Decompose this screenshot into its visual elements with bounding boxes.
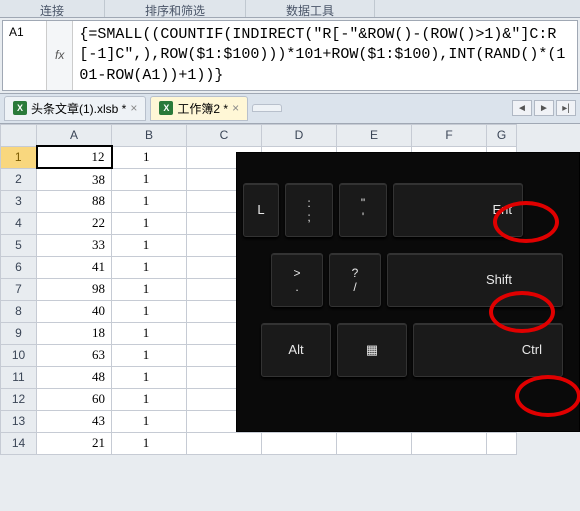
new-tab-button[interactable] (252, 104, 282, 112)
fx-icon: fx (55, 48, 64, 62)
row-header[interactable]: 2 (1, 168, 37, 190)
row-header[interactable]: 14 (1, 432, 37, 454)
workbook-tabs: X 头条文章(1).xlsb * × X 工作簿2 * × ◄ ► ▸| (0, 93, 580, 124)
key-alt: Alt (261, 323, 331, 377)
key-menu: ▦ (337, 323, 407, 377)
cell[interactable]: 1 (112, 190, 187, 212)
close-icon[interactable]: × (232, 101, 239, 115)
cell[interactable]: 1 (112, 234, 187, 256)
cell[interactable]: 1 (112, 212, 187, 234)
ribbon-groups: 连接 排序和筛选 数据工具 (0, 0, 580, 18)
row-header[interactable]: 5 (1, 234, 37, 256)
row-header[interactable]: 7 (1, 278, 37, 300)
cell[interactable] (412, 432, 487, 454)
close-icon[interactable]: × (130, 101, 137, 115)
row-header[interactable]: 9 (1, 322, 37, 344)
row-header[interactable]: 3 (1, 190, 37, 212)
name-box[interactable]: A1 (3, 21, 47, 90)
cell[interactable]: 60 (37, 388, 112, 410)
cell[interactable]: 1 (112, 300, 187, 322)
highlight-circle-enter (493, 201, 559, 243)
tab-prev-button[interactable]: ◄ (512, 100, 532, 116)
row-header[interactable]: 10 (1, 344, 37, 366)
col-header-B[interactable]: B (112, 124, 187, 146)
cell[interactable] (487, 432, 517, 454)
col-header-C[interactable]: C (187, 124, 262, 146)
ribbon-group-connections: 连接 (0, 0, 105, 17)
col-header-F[interactable]: F (412, 124, 487, 146)
formula-bar: A1 fx {=SMALL((COUNTIF(INDIRECT("R[-"&RO… (2, 20, 578, 91)
cell[interactable]: 98 (37, 278, 112, 300)
key-quote: "' (339, 183, 387, 237)
select-all-corner[interactable] (1, 124, 37, 146)
excel-icon: X (13, 101, 27, 115)
cell[interactable]: 41 (37, 256, 112, 278)
col-header-E[interactable]: E (337, 124, 412, 146)
highlight-circle-ctrl (515, 375, 580, 417)
row-header[interactable]: 4 (1, 212, 37, 234)
tab-label: 工作簿2 * (177, 100, 228, 117)
cell[interactable]: 40 (37, 300, 112, 322)
cell[interactable]: 1 (112, 168, 187, 190)
col-header-G[interactable]: G (487, 124, 517, 146)
row-header[interactable]: 1 (1, 146, 37, 168)
col-header-A[interactable]: A (37, 124, 112, 146)
cell[interactable]: 38 (37, 168, 112, 190)
cell[interactable]: 1 (112, 410, 187, 432)
cell[interactable]: 18 (37, 322, 112, 344)
cell[interactable]: 1 (112, 388, 187, 410)
cell[interactable]: 1 (112, 256, 187, 278)
cell[interactable]: 1 (112, 278, 187, 300)
cell[interactable] (337, 432, 412, 454)
ribbon-group-sort: 排序和筛选 (105, 0, 246, 17)
row-header[interactable]: 11 (1, 366, 37, 388)
row-header[interactable]: 8 (1, 300, 37, 322)
cell[interactable]: 1 (112, 322, 187, 344)
row-header[interactable]: 13 (1, 410, 37, 432)
row-header[interactable]: 6 (1, 256, 37, 278)
spreadsheet: A B C D E F G 11212381388142215331641179… (0, 124, 580, 455)
cell[interactable]: 43 (37, 410, 112, 432)
cell[interactable] (262, 432, 337, 454)
key-slash: ?/ (329, 253, 381, 307)
cell[interactable] (187, 432, 262, 454)
key-ctrl: Ctrl (413, 323, 563, 377)
ribbon-group-data-tools: 数据工具 (246, 0, 375, 17)
keyboard-image: L :; "' Ent >. ?/ Shift Alt ▦ Ctrl (236, 152, 580, 432)
cell[interactable]: 21 (37, 432, 112, 454)
cell[interactable]: 22 (37, 212, 112, 234)
col-header-D[interactable]: D (262, 124, 337, 146)
workbook-tab-1[interactable]: X 头条文章(1).xlsb * × (4, 96, 146, 121)
cell[interactable]: 63 (37, 344, 112, 366)
cell[interactable]: 33 (37, 234, 112, 256)
formula-input[interactable]: {=SMALL((COUNTIF(INDIRECT("R[-"&ROW()-(R… (73, 21, 577, 90)
excel-icon: X (159, 101, 173, 115)
cell[interactable]: 88 (37, 190, 112, 212)
cell[interactable]: 1 (112, 146, 187, 168)
workbook-tab-2[interactable]: X 工作簿2 * × (150, 96, 248, 121)
key-L: L (243, 183, 279, 237)
cell[interactable]: 12 (37, 146, 112, 168)
row-header[interactable]: 12 (1, 388, 37, 410)
cell[interactable]: 48 (37, 366, 112, 388)
key-period: >. (271, 253, 323, 307)
cell[interactable]: 1 (112, 432, 187, 454)
tab-next-button[interactable]: ► (534, 100, 554, 116)
fx-button[interactable]: fx (47, 21, 73, 90)
tab-label: 头条文章(1).xlsb * (31, 100, 126, 117)
cell[interactable]: 1 (112, 344, 187, 366)
key-semicolon: :; (285, 183, 333, 237)
highlight-circle-shift (489, 291, 555, 333)
tab-last-button[interactable]: ▸| (556, 100, 576, 116)
cell[interactable]: 1 (112, 366, 187, 388)
